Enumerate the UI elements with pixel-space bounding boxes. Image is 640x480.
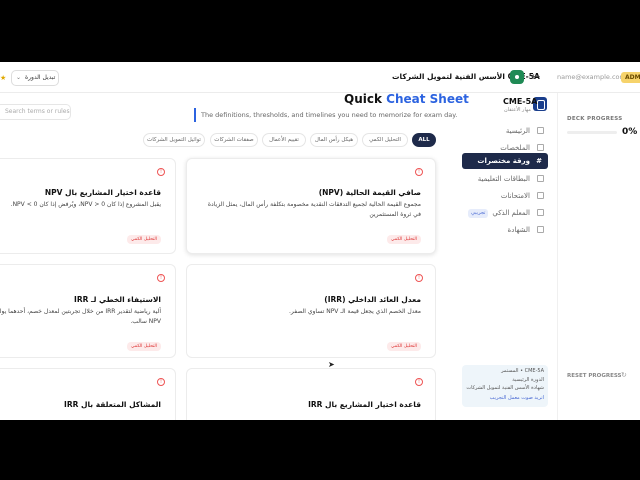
tutor-icon: [537, 209, 544, 216]
tab-all[interactable]: ALL: [412, 133, 436, 147]
tab-deals[interactable]: صفقات الشركات: [210, 133, 258, 147]
tab-capital-structure[interactable]: هيكل رأس المال: [310, 133, 358, 147]
switch-course-button[interactable]: ⌄ تبديل الدورة: [11, 70, 59, 86]
sidebar-item-label: المعلم الذكي: [492, 209, 530, 217]
admin-badge: ADMIN: [621, 72, 640, 83]
cheat-card[interactable]: ! قاعدة اختيار المشاريع بال IRR: [186, 368, 436, 420]
tab-quant[interactable]: التحليل الكمي: [362, 133, 408, 147]
sidebar-item-label: البطاقات التعليمية: [477, 175, 530, 183]
cheat-card[interactable]: ! قاعدة اختيار المشاريع بال NPV يقبل الم…: [0, 158, 176, 254]
alert-icon: !: [157, 378, 165, 386]
mouse-cursor-icon: ➤: [328, 360, 335, 369]
card-body: آلية رياضية لتقدير IRR من خلال تجربتين ل…: [0, 308, 161, 325]
page-title-accent: Cheat Sheet: [386, 92, 469, 106]
sidebar-item-certificate[interactable]: الشهادة: [460, 222, 548, 238]
page-title: Quick Cheat Sheet: [344, 92, 469, 106]
sidebar-course-sub: مهار الأعتقان: [504, 107, 531, 113]
sidebar-card-line: الدورة الرئيسية: [512, 377, 544, 383]
deck-progress-label: DECK PROGRESS: [567, 116, 623, 122]
certificate-icon: [537, 226, 544, 233]
sidebar-item-flashcards[interactable]: البطاقات التعليمية: [460, 171, 548, 187]
star-icon: ★: [0, 74, 7, 82]
home-icon: [537, 127, 544, 134]
summary-icon: [537, 144, 544, 151]
card-body: مجموع القيمة الحالية لجميع التدفقات النق…: [207, 201, 421, 218]
sidebar-item-label: الامتحانات: [500, 192, 530, 200]
sidebar: CME-5A مهار الأعتقان الرئيسية الملخصات و…: [460, 93, 555, 420]
back-arrow-icon[interactable]: ←: [531, 70, 540, 83]
tab-financing[interactable]: تواثيل التمويل الشركات: [143, 133, 205, 147]
sidebar-item-home[interactable]: الرئيسية: [460, 123, 548, 139]
sidebar-card-line: شهادة الأسس الفنية لتمويل الشركات: [466, 385, 544, 391]
sidebar-card-line: المستمر • CME-5A: [501, 368, 544, 374]
beta-badge: تجريبي: [468, 209, 489, 218]
cheat-card[interactable]: ! صافي القيمة الحالية (NPV) مجموع القيمة…: [186, 158, 436, 254]
sidebar-course-code: CME-5A: [503, 97, 538, 106]
sidebar-item-exams[interactable]: الامتحانات: [460, 188, 548, 204]
switch-course-label: تبديل الدورة: [25, 74, 56, 81]
alert-icon: !: [415, 274, 423, 282]
card-title: الاستيفاء الخطي لـ IRR: [74, 295, 161, 304]
sidebar-item-label: ورقة مختصرات: [477, 157, 530, 165]
card-body: يقبل المشروع إذا كان 0 < NPV، ويُرفض إذا…: [10, 201, 161, 208]
alert-icon: !: [415, 168, 423, 176]
sidebar-item-cheat-sheet[interactable]: ورقة مختصرات #: [462, 153, 548, 169]
category-tag: التحليل الكمي: [126, 235, 161, 244]
sidebar-item-label: الشهادة: [507, 226, 530, 234]
user-email: name@example.com: [557, 73, 626, 81]
cheat-card[interactable]: ! الاستيفاء الخطي لـ IRR آلية رياضية لتق…: [0, 264, 176, 358]
sidebar-card-line: اتريد صوت معمل التجريب: [489, 395, 544, 401]
alert-icon: !: [415, 378, 423, 386]
sidebar-item-label: الملخصات: [500, 144, 530, 152]
sidebar-item-ai-tutor[interactable]: المعلم الذكي تجريبي: [460, 205, 548, 221]
category-tag: التحليل الكمي: [386, 235, 421, 244]
alert-icon: !: [157, 274, 165, 282]
app-viewport: ★ ⌄ تبديل الدورة الأسس الفنية لتمويل الش…: [0, 62, 640, 420]
tab-valuation[interactable]: تقييم الأعمال: [262, 133, 306, 147]
card-body: معدل الخصم الذي يجعل قيمة الـ NPV تساوي …: [288, 308, 421, 315]
category-tag: التحليل الكمي: [126, 342, 161, 351]
card-title: صافي القيمة الحالية (NPV): [318, 188, 421, 197]
alert-icon: !: [157, 168, 165, 176]
reset-progress-button[interactable]: RESET PROGRESS: [567, 373, 622, 379]
card-title: قاعدة اختيار المشاريع بال IRR: [308, 400, 421, 409]
chevron-down-icon: ⌄: [16, 74, 22, 81]
cheat-card[interactable]: ! المشاكل المتعلقة بال IRR: [0, 368, 176, 420]
reset-icon[interactable]: ↻: [621, 371, 627, 379]
cheat-card[interactable]: ! معدل العائد الداخلي (IRR) معدل الخصم ا…: [186, 264, 436, 358]
sidebar-course-card[interactable]: المستمر • CME-5A الدورة الرئيسية شهادة ا…: [462, 365, 548, 407]
card-title: معدل العائد الداخلي (IRR): [324, 295, 421, 304]
title-accent-bar: [194, 108, 196, 122]
page-title-text: Quick: [344, 92, 387, 106]
exam-icon: [537, 192, 544, 199]
category-tag: التحليل الكمي: [386, 342, 421, 351]
category-tabs: ALL التحليل الكمي هيكل رأس المال تقييم ا…: [0, 133, 440, 149]
hash-icon: #: [536, 157, 542, 165]
search-input[interactable]: Search terms or rules: [0, 104, 71, 120]
brand-logo[interactable]: [510, 70, 524, 84]
page-subtitle: The definitions, thresholds, and timelin…: [201, 111, 458, 119]
flashcards-icon: [537, 175, 544, 182]
card-title: المشاكل المتعلقة بال IRR: [64, 400, 161, 409]
sidebar-item-label: الرئيسية: [505, 127, 530, 135]
deck-progress-value: 0%: [622, 127, 638, 137]
top-bar: ★ ⌄ تبديل الدورة الأسس الفنية لتمويل الش…: [0, 62, 640, 93]
card-title: قاعدة اختيار المشاريع بال NPV: [44, 188, 161, 197]
panel-divider: [557, 93, 558, 420]
deck-progress-bar: [567, 131, 617, 134]
